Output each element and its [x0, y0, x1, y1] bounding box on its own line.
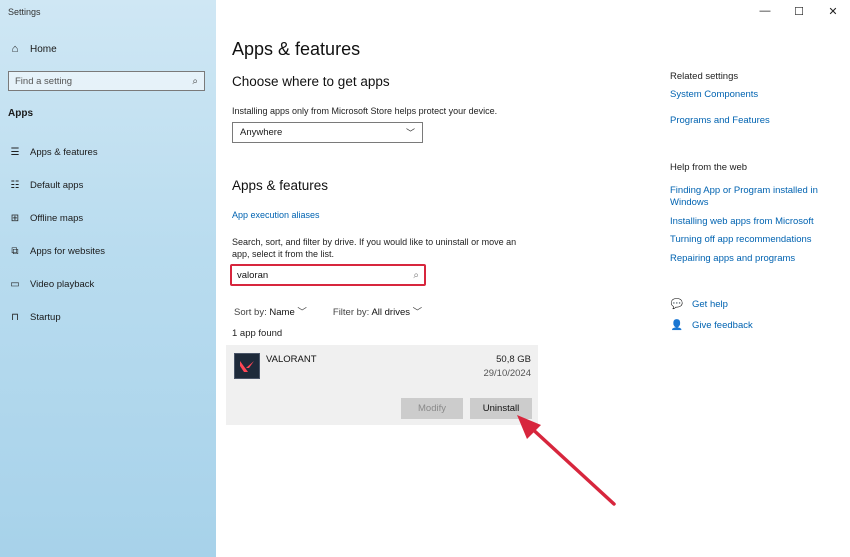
search-description-line2: app, select it from the list. [232, 249, 335, 259]
search-icon[interactable]: ⌕ [192, 76, 198, 87]
sidebar-item-apps-features[interactable]: ☰ Apps & features [8, 147, 98, 158]
system-components-link[interactable]: System Components [670, 89, 830, 101]
default-apps-icon: ☷ [10, 180, 20, 191]
sidebar-item-label: Apps for websites [30, 246, 105, 257]
sort-value: Name [269, 307, 295, 318]
sidebar-item-offline-maps[interactable]: ⊞ Offline maps [8, 213, 83, 224]
app-search-input[interactable] [237, 269, 397, 281]
sidebar-item-startup[interactable]: ⊓ Startup [8, 312, 61, 323]
sort-dropdown[interactable]: Sort by: Name ﹀ [234, 304, 307, 318]
apps-found-count: 1 app found [232, 328, 283, 339]
search-icon[interactable]: ⌕ [413, 270, 419, 281]
page-title: Apps & features [232, 39, 361, 59]
chevron-down-icon: ﹀ [405, 128, 415, 138]
find-setting-search[interactable]: ⌕ [8, 71, 205, 91]
give-feedback-label: Give feedback [692, 320, 753, 331]
filter-label: Filter by: [332, 307, 370, 318]
sidebar: Settings ⌂ Home ⌕ Apps ☰ Apps & features… [0, 0, 216, 557]
filter-dropdown[interactable]: Filter by: All drives ﹀ [333, 304, 422, 318]
nav-home-label: Home [30, 43, 57, 55]
sidebar-item-label: Default apps [30, 180, 84, 191]
apps-heading: Apps & features [232, 178, 329, 193]
section-label-apps: Apps [8, 108, 33, 119]
startup-icon: ⊓ [11, 312, 19, 323]
minimize-button[interactable]: — [748, 0, 782, 22]
video-icon: ▭ [10, 279, 20, 290]
app-search-box[interactable]: ⌕ [230, 264, 426, 286]
app-source-value: Anywhere [240, 127, 283, 138]
get-help-label: Get help [692, 299, 728, 310]
related-settings-heading: Related settings [670, 71, 739, 82]
app-list-item-valorant[interactable]: VALORANT 50,8 GB 29/10/2024 Modify Unins… [226, 345, 538, 425]
window-controls: — ☐ ✕ [748, 0, 850, 22]
where-description: Installing apps only from Microsoft Stor… [232, 106, 498, 116]
sidebar-item-apps-websites[interactable]: ⧉ Apps for websites [8, 246, 105, 257]
app-name: VALORANT [266, 354, 317, 365]
where-heading: Choose where to get apps [232, 74, 390, 89]
website-icon: ⧉ [11, 246, 19, 257]
maximize-button[interactable]: ☐ [782, 0, 816, 22]
map-icon: ⊞ [10, 213, 20, 224]
close-button[interactable]: ✕ [816, 0, 850, 22]
help-link-web-apps[interactable]: Installing web apps from Microsoft [670, 216, 830, 228]
sidebar-item-label: Video playback [30, 279, 95, 290]
sidebar-item-default-apps[interactable]: ☷ Default apps [8, 180, 84, 191]
uninstall-button[interactable]: Uninstall [470, 398, 532, 419]
sort-filter-bar: Sort by: Name ﹀ Filter by: All drives ﹀ [234, 304, 422, 318]
modify-button[interactable]: Modify [401, 398, 463, 419]
chevron-down-icon: ﹀ [412, 307, 423, 318]
home-icon: ⌂ [11, 43, 19, 55]
filter-value: All drives [371, 307, 410, 318]
sort-label: Sort by: [234, 307, 267, 318]
help-link-finding-app[interactable]: Finding App or Program installed in Wind… [670, 185, 830, 209]
help-link-recommendations[interactable]: Turning off app recommendations [670, 234, 830, 246]
programs-features-link[interactable]: Programs and Features [670, 115, 830, 127]
nav-home[interactable]: ⌂ Home [8, 43, 57, 55]
feedback-icon: 👤 [670, 320, 684, 331]
valorant-app-icon [234, 353, 260, 379]
sidebar-item-label: Startup [30, 312, 61, 323]
list-icon: ☰ [10, 147, 20, 158]
sidebar-item-label: Offline maps [30, 213, 84, 224]
sidebar-item-video-playback[interactable]: ▭ Video playback [8, 279, 94, 290]
app-size: 50,8 GB [496, 354, 531, 365]
app-source-dropdown[interactable]: Anywhere ﹀ [232, 122, 423, 143]
chevron-down-icon: ﹀ [297, 307, 307, 318]
chat-help-icon: 💬 [670, 299, 684, 310]
search-description-line1: Search, sort, and filter by drive. If yo… [232, 237, 517, 247]
window-title: Settings [8, 7, 41, 17]
sidebar-item-label: Apps & features [30, 147, 98, 158]
app-execution-aliases-link[interactable]: App execution aliases [232, 209, 320, 221]
help-web-heading: Help from the web [670, 162, 748, 173]
get-help-link[interactable]: 💬 Get help [670, 299, 728, 310]
app-install-date: 29/10/2024 [483, 368, 531, 379]
give-feedback-link[interactable]: 👤 Give feedback [670, 320, 753, 331]
find-setting-input[interactable] [15, 75, 175, 87]
help-link-repairing[interactable]: Repairing apps and programs [670, 253, 830, 265]
